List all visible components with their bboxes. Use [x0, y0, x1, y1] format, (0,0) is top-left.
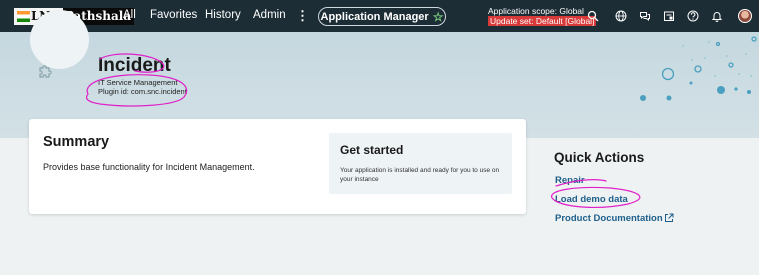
load-demo-data-link[interactable]: Load demo data	[555, 194, 628, 205]
star-icon[interactable]: ☆	[433, 10, 444, 24]
nav-admin[interactable]: Admin	[253, 9, 286, 21]
scope-label: Application scope: Global	[488, 6, 584, 16]
get-started-text: Your application is installed and ready …	[340, 167, 500, 183]
help-icon[interactable]	[687, 10, 699, 22]
summary-card: Summary Provides base functionality for …	[29, 119, 526, 214]
get-started-panel: Get started Your application is installe…	[329, 133, 512, 194]
application-manager-label: Application Manager	[320, 10, 429, 23]
more-menu-icon[interactable]: ⋮	[296, 8, 309, 24]
repair-link[interactable]: Repair	[555, 175, 585, 186]
plugin-id: Plugin id: com.snc.incident	[98, 87, 187, 96]
globe-icon[interactable]	[615, 10, 627, 22]
summary-title: Summary	[43, 134, 110, 150]
puzzle-icon	[39, 65, 52, 78]
app-title: Incident	[98, 55, 171, 76]
nav-favorites[interactable]: Favorites	[150, 9, 197, 21]
get-started-title: Get started	[340, 143, 404, 157]
nav-history[interactable]: History	[205, 9, 241, 21]
application-manager-button[interactable]: Application Manager ☆	[318, 7, 446, 26]
user-avatar[interactable]	[738, 9, 752, 23]
nav-all[interactable]: All	[123, 9, 136, 21]
app-subtitle: IT Service Management	[98, 78, 178, 87]
external-link-icon[interactable]	[664, 213, 674, 223]
top-nav: LNG Pathshala All Favorites History Admi…	[0, 0, 759, 32]
application-scope[interactable]: Application scope: Global Update set: De…	[488, 6, 597, 26]
flag-icon	[17, 10, 30, 22]
summary-description: Provides base functionality for Incident…	[43, 162, 255, 172]
chat-icon[interactable]	[639, 10, 651, 22]
update-set-badge: Update set: Default [Global]	[488, 16, 597, 26]
decorative-circles	[640, 36, 757, 101]
app-logo-circle	[30, 10, 89, 69]
clipboard-icon[interactable]	[663, 10, 675, 22]
bell-icon[interactable]	[711, 10, 723, 22]
quick-actions-title: Quick Actions	[554, 150, 645, 165]
product-documentation-link[interactable]: Product Documentation	[555, 213, 663, 224]
search-icon[interactable]	[587, 10, 599, 22]
